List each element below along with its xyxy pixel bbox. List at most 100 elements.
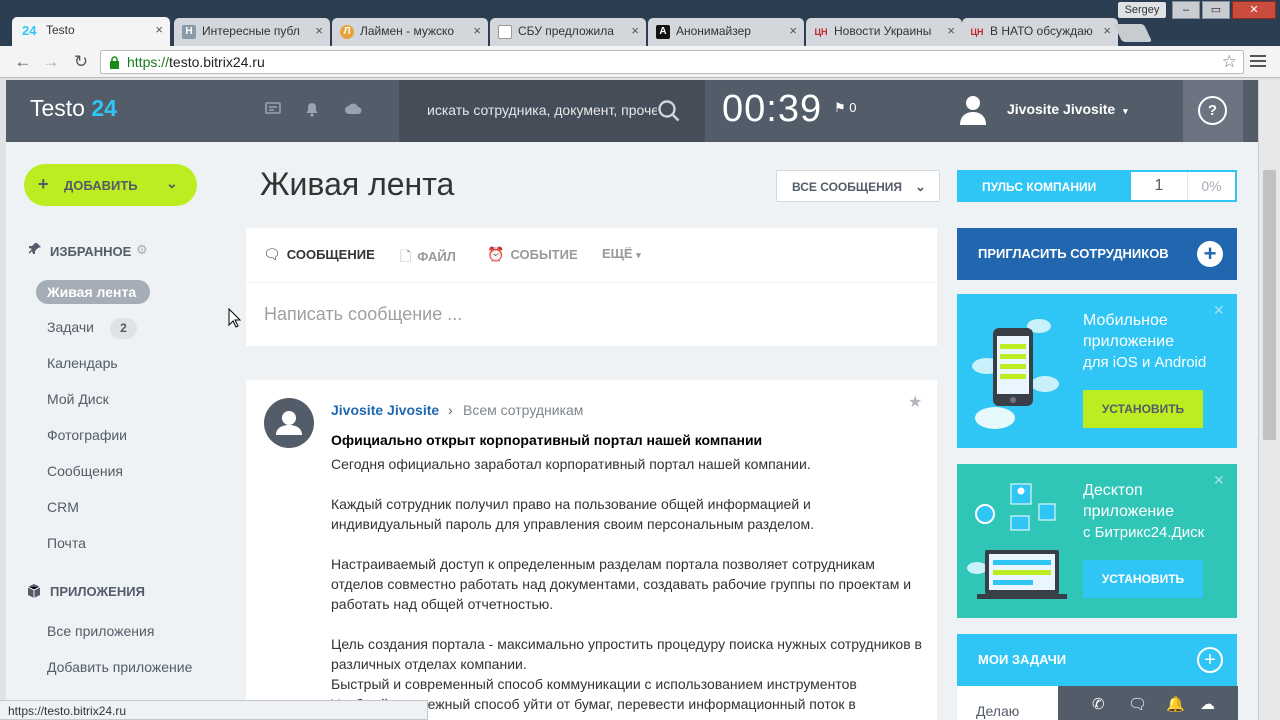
tab-title: Лаймен - мужско [360,24,455,38]
sidebar-item-add-app[interactable]: Добавить приложение [47,659,192,675]
tab-publications[interactable]: H Интересные публ × [174,18,330,46]
post-composer: 🗨 СООБЩЕНИЕ 🗋 ФАЙЛ ⏰ СОБЫТИЕ ЕЩЁ ▾ [246,228,937,346]
favorite-star-icon[interactable]: ★ [908,392,922,412]
tab-more[interactable]: ЕЩЁ ▾ [602,246,641,261]
pulse-value: 1 [1131,172,1187,200]
user-avatar-icon[interactable] [960,95,986,125]
message-input[interactable] [264,304,904,325]
user-menu[interactable]: Jivosite Jivosite ▾ [1007,101,1128,117]
install-mobile-button[interactable]: УСТАНОВИТЬ [1083,390,1203,428]
reload-icon[interactable]: ↻ [70,51,92,73]
back-icon[interactable]: ← [12,51,34,73]
scrollbar-thumb[interactable] [1263,170,1276,440]
add-button[interactable]: + ДОБАВИТЬ ⌄ [24,164,197,206]
promo-heading: Десктоп приложение [1083,482,1175,520]
address-bar[interactable]: https://testo.bitrix24.ru ☆ [100,50,1244,74]
close-tab-icon[interactable]: × [155,22,163,37]
invite-label: ПРИГЛАСИТЬ СОТРУДНИКОВ [978,246,1169,261]
tab-title: СБУ предложила [518,24,614,38]
tasks-label: МОИ ЗАДАЧИ [978,652,1067,667]
bookmark-star-icon[interactable]: ☆ [1222,52,1237,72]
sidebar-item-live-feed[interactable]: Живая лента [36,280,150,304]
feed-filter-dropdown[interactable]: ВСЕ СООБЩЕНИЯ ⌄ [776,170,940,202]
browser-menu-icon[interactable] [1250,52,1266,70]
page-scrollbar[interactable] [1258,80,1280,720]
browser-user-badge[interactable]: Sergey [1118,2,1166,18]
messages-icon[interactable] [265,102,281,120]
favicon-icon: Л [340,25,354,39]
tab-title: В НАТО обсуждаю [990,24,1093,38]
author-avatar[interactable] [264,398,314,448]
close-icon[interactable]: ✕ [1213,472,1225,489]
sidebar-item-my-disk[interactable]: Мой Диск [47,391,109,407]
desktop-app-promo: Десктоп приложение с Битрикс24.Диск УСТАН… [957,464,1237,618]
search-icon[interactable] [657,99,681,123]
company-pulse[interactable]: ПУЛЬС КОМПАНИИ 1 0% [957,170,1237,202]
cloud-icon[interactable] [344,102,362,119]
gear-icon[interactable]: ⚙ [136,242,148,258]
tasks-counter-badge: 2 [110,318,137,339]
sidebar-item-mail[interactable]: Почта [47,535,86,551]
logo-number: 24 [91,95,117,121]
cloud-icon[interactable]: ☁ [1200,695,1215,713]
tab-sbu[interactable]: СБУ предложила × [490,18,646,46]
phone-icon[interactable]: ✆ [1092,695,1105,713]
promo-heading: Мобильное приложение [1083,312,1175,350]
work-timer[interactable]: 00:39 [722,88,822,131]
tasks-doing-row[interactable]: Делаю [957,686,1059,720]
sidebar-item-all-apps[interactable]: Все приложения [47,623,154,639]
bell-icon[interactable] [305,102,319,121]
portal-logo[interactable]: Testo 24 [30,95,117,122]
plus-icon[interactable]: + [1197,647,1223,673]
tab-title: Новости Украины [834,24,932,38]
invite-employees-button[interactable]: ПРИГЛАСИТЬ СОТРУДНИКОВ + [957,228,1237,280]
url-text: https://testo.bitrix24.ru [127,54,265,70]
promo-subheading: для iOS и Android [1083,354,1207,371]
file-icon: 🗋 [400,248,412,264]
url-scheme: https:// [127,54,170,70]
close-tab-icon[interactable]: × [1103,23,1111,38]
chat-icon[interactable]: 🗨 [1128,695,1147,713]
maximize-icon[interactable]: ▭ [1202,1,1230,19]
mobile-app-promo: Мобильное приложение для iOS и Android УС… [957,294,1237,448]
sidebar-item-calendar[interactable]: Календарь [47,355,118,371]
search-input[interactable] [427,102,657,118]
tab-news-ukraine[interactable]: ЦН Новости Украины × [806,18,962,46]
sidebar-item-crm[interactable]: CRM [47,499,79,515]
close-window-icon[interactable]: ✕ [1232,1,1276,19]
close-tab-icon[interactable]: × [789,23,797,38]
close-tab-icon[interactable]: × [315,23,323,38]
close-tab-icon[interactable]: × [631,23,639,38]
close-tab-icon[interactable]: × [473,23,481,38]
chevron-down-icon: ⌄ [915,179,926,194]
sidebar-item-photos[interactable]: Фотографии [47,427,127,443]
sidebar-item-messages[interactable]: Сообщения [47,463,123,479]
logo-name: Testo [30,95,85,121]
post-destination[interactable]: Всем сотрудникам [463,402,583,418]
tab-file[interactable]: 🗋 ФАЙЛ [400,246,456,270]
help-button[interactable]: ? [1183,80,1243,142]
browser-status-bar: https://testo.bitrix24.ru [0,700,428,720]
search-box[interactable] [399,80,705,142]
tab-anonymizer[interactable]: A Анонимайзер × [648,18,804,46]
page-body: + ДОБАВИТЬ ⌄ ИЗБРАННОЕ ⚙ Живая лента Зад… [6,142,1258,720]
sidebar-item-tasks[interactable]: Задачи [47,319,94,335]
install-desktop-button[interactable]: УСТАНОВИТЬ [1083,560,1203,598]
tab-testo[interactable]: 24 Testo × [12,17,170,47]
tab-title: Testo [46,23,75,37]
minimize-icon[interactable]: – [1172,1,1200,19]
tab-nato[interactable]: ЦН В НАТО обсуждаю × [962,18,1118,46]
tab-event[interactable]: ⏰ СОБЫТИЕ [487,246,578,263]
plus-icon: + [1197,241,1223,267]
flag-counter[interactable]: ⚑ 0 [834,100,857,116]
bell-icon[interactable]: 🔔 [1166,695,1185,713]
tab-laimen[interactable]: Л Лаймен - мужско × [332,18,488,46]
close-tab-icon[interactable]: × [947,23,955,38]
my-tasks-widget[interactable]: МОИ ЗАДАЧИ + [957,634,1237,686]
help-icon: ? [1198,96,1227,125]
tab-message[interactable]: 🗨 СООБЩЕНИЕ [263,246,375,263]
forward-icon[interactable]: → [40,51,62,73]
post-author-link[interactable]: Jivosite Jivosite [331,402,439,418]
close-icon[interactable]: ✕ [1213,302,1225,319]
new-tab-button[interactable] [1113,24,1153,42]
